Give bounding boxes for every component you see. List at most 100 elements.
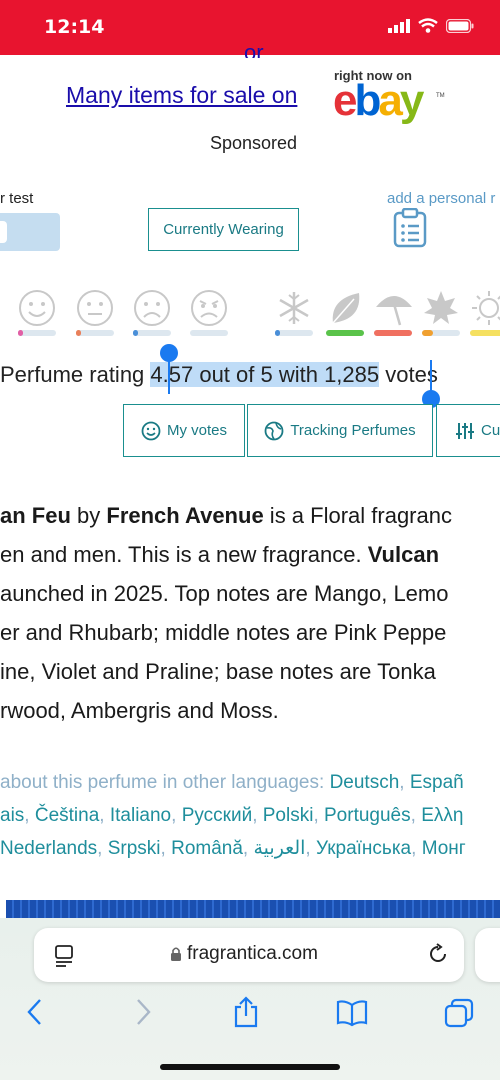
neutral-face-icon[interactable] bbox=[76, 289, 114, 327]
day-icon[interactable] bbox=[470, 289, 500, 327]
sliders-icon bbox=[456, 422, 474, 439]
globe-icon bbox=[264, 421, 284, 440]
language-link[interactable]: Deutsch bbox=[330, 772, 400, 793]
my-votes-label: My votes bbox=[166, 422, 227, 439]
home-indicator bbox=[160, 1064, 340, 1070]
love-face-icon[interactable] bbox=[18, 289, 56, 327]
currently-wearing-button[interactable]: Currently Wearing bbox=[148, 208, 299, 251]
season-vote-bar bbox=[275, 330, 313, 336]
face-vote-bar-fill bbox=[76, 330, 81, 336]
season-vote-bar-fill bbox=[326, 330, 364, 336]
language-link[interactable]: Русский bbox=[182, 805, 253, 826]
angry-face-icon[interactable] bbox=[190, 289, 228, 327]
languages-row-3: Nederlands, Srpski, Română, العربية, Укр… bbox=[0, 838, 466, 859]
language-link[interactable]: Монг bbox=[422, 838, 466, 859]
languages-row-2: ais, Čeština, Italiano, Русский, Polski,… bbox=[0, 805, 464, 826]
my-votes-button[interactable]: My votes bbox=[123, 404, 245, 457]
season-vote-bar bbox=[470, 330, 500, 336]
banner-strip bbox=[6, 900, 500, 918]
season-vote-bar-fill bbox=[374, 330, 412, 336]
perfume-description: an Feu by French Avenue is a Floral frag… bbox=[0, 496, 452, 730]
test-label: r test bbox=[0, 190, 34, 207]
clipboard-icon[interactable] bbox=[393, 208, 427, 248]
languages-row-1: about this perfume in other languages: D… bbox=[0, 772, 464, 793]
desc-bold-2: Vulcan bbox=[367, 542, 440, 567]
season-vote-bar-fill bbox=[470, 330, 500, 336]
spring-icon[interactable] bbox=[326, 289, 364, 327]
summer-icon[interactable] bbox=[374, 289, 414, 327]
language-link[interactable]: Українська bbox=[316, 838, 411, 859]
ad-link[interactable]: Many items for sale on bbox=[66, 82, 297, 109]
customize-button[interactable]: Cu bbox=[436, 404, 500, 457]
rating-line: Perfume rating 4.57 out of 5 with 1,285 … bbox=[0, 362, 438, 388]
page-menu-icon[interactable] bbox=[54, 944, 74, 968]
autumn-icon[interactable] bbox=[422, 289, 460, 327]
language-link[interactable]: Italiano bbox=[110, 805, 171, 826]
personal-note-label[interactable]: add a personal r bbox=[387, 190, 495, 207]
forward-icon[interactable] bbox=[132, 996, 154, 1028]
face-vote-bar bbox=[190, 330, 228, 336]
face-vote-bar-fill bbox=[133, 330, 138, 336]
language-link[interactable]: Čeština bbox=[35, 805, 99, 826]
ad-top-link[interactable]: or bbox=[244, 38, 272, 58]
url-text[interactable]: fragrantica.com bbox=[187, 943, 318, 965]
tracking-perfumes-button[interactable]: Tracking Perfumes bbox=[247, 404, 433, 457]
ebay-letter-e: e bbox=[333, 76, 358, 125]
language-link[interactable]: Português bbox=[324, 805, 411, 826]
language-link[interactable]: Nederlands bbox=[0, 838, 97, 859]
ebay-letter-y: y bbox=[399, 76, 425, 125]
selection-start-handle[interactable] bbox=[160, 344, 178, 362]
language-link[interactable]: Polski bbox=[263, 805, 314, 826]
customize-label: Cu bbox=[481, 422, 500, 439]
toggle-switch[interactable] bbox=[0, 213, 60, 251]
season-vote-bar-fill bbox=[275, 330, 280, 336]
ebay-letter-b: b bbox=[354, 76, 381, 125]
next-tab-preview[interactable] bbox=[475, 928, 500, 982]
bookmarks-icon[interactable] bbox=[336, 996, 368, 1028]
selection-end-stem bbox=[430, 360, 432, 394]
desc-line-1: an Feu by French Avenue is a Floral frag… bbox=[0, 496, 452, 535]
tracking-label: Tracking Perfumes bbox=[290, 422, 416, 439]
sponsored-label: Sponsored bbox=[210, 133, 298, 153]
ebay-trademark: TM bbox=[436, 93, 445, 99]
sad-face-icon[interactable] bbox=[133, 289, 171, 327]
desc-line-4: er and Rhubarb; middle notes are Pink Pe… bbox=[0, 620, 447, 645]
share-icon[interactable] bbox=[232, 996, 260, 1028]
season-vote-bar-fill bbox=[422, 330, 434, 336]
tabs-icon[interactable] bbox=[444, 996, 474, 1028]
perfume-name: an Feu bbox=[0, 503, 71, 528]
language-link[interactable]: Srpski bbox=[108, 838, 161, 859]
language-link[interactable]: ais bbox=[0, 805, 24, 826]
toggle-knob bbox=[0, 221, 7, 243]
rating-selected-text[interactable]: 4.57 out of 5 with 1,285 bbox=[150, 362, 380, 387]
reload-icon[interactable] bbox=[427, 943, 449, 965]
language-link[interactable]: Españ bbox=[410, 772, 464, 793]
status-icons bbox=[388, 18, 474, 33]
languages-intro: about this perfume in other languages: bbox=[0, 772, 330, 793]
face-vote-bar-fill bbox=[18, 330, 23, 336]
winter-icon[interactable] bbox=[275, 289, 313, 327]
face-vote-bar bbox=[18, 330, 56, 336]
language-link[interactable]: العربية bbox=[253, 838, 305, 859]
language-link[interactable]: Română bbox=[171, 838, 243, 859]
desc-text-1: is a Floral fragranc bbox=[263, 503, 452, 528]
ebay-letter-a: a bbox=[378, 76, 403, 125]
status-time: 12:14 bbox=[44, 16, 105, 38]
season-vote-bar bbox=[326, 330, 364, 336]
desc-by: by bbox=[70, 503, 107, 528]
season-vote-bar bbox=[422, 330, 460, 336]
back-icon[interactable] bbox=[24, 996, 46, 1028]
rating-prefix: Perfume rating bbox=[0, 362, 151, 387]
lock-icon bbox=[171, 947, 181, 961]
desc-text-2: en and men. This is a new fragrance. bbox=[0, 542, 368, 567]
signal-icon bbox=[388, 18, 410, 33]
battery-icon bbox=[446, 18, 474, 33]
ebay-logo[interactable]: ebay bbox=[333, 76, 425, 126]
face-vote-bar bbox=[76, 330, 114, 336]
smiley-icon bbox=[141, 421, 161, 440]
desc-line-3: aunched in 2025. Top notes are Mango, Le… bbox=[0, 581, 449, 606]
selection-start-stem bbox=[168, 360, 170, 394]
language-link[interactable]: Ελλη bbox=[421, 805, 463, 826]
desc-line-2: en and men. This is a new fragrance. Vul… bbox=[0, 535, 452, 574]
wifi-icon bbox=[418, 18, 438, 33]
